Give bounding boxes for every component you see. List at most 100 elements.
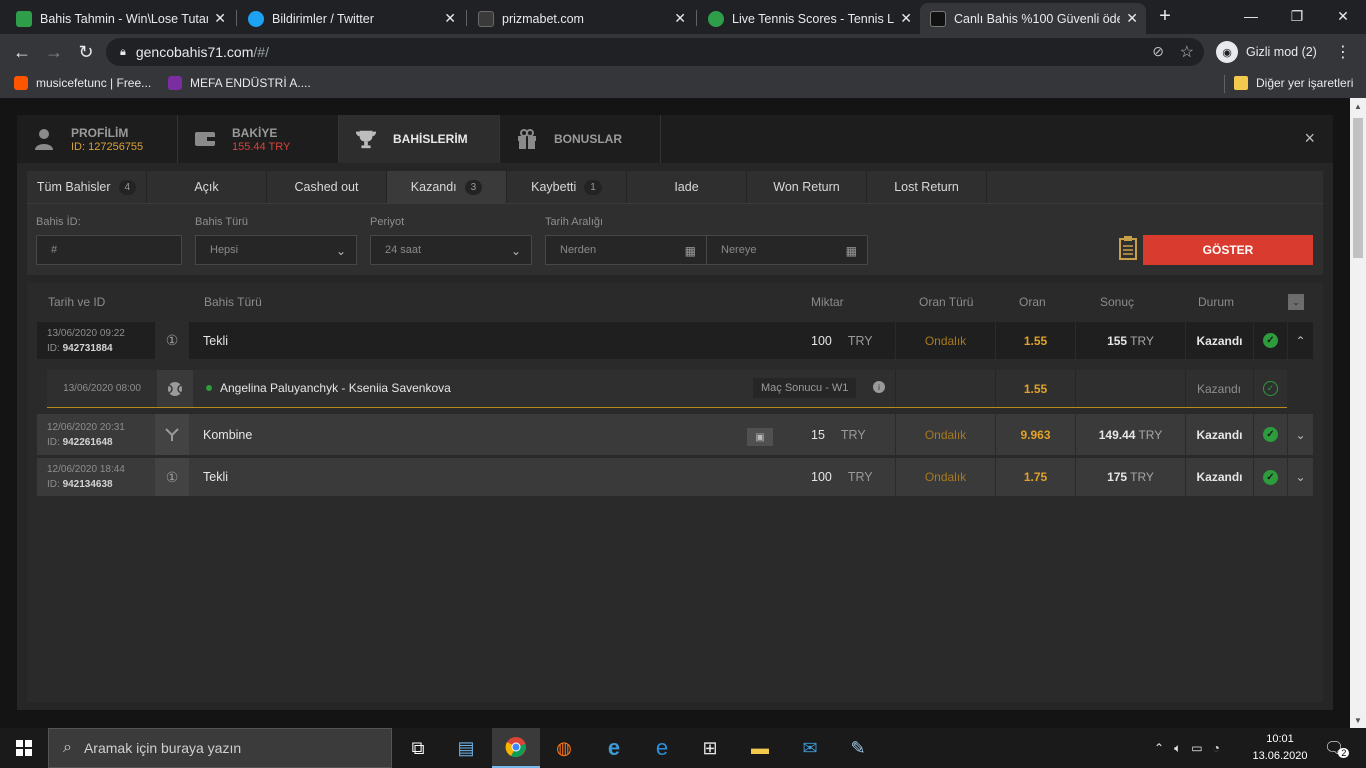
store-icon[interactable]: ⊞ (686, 728, 734, 768)
bet-id-placeholder: # (51, 244, 58, 256)
table-header: Tarih ve ID Bahis Türü Miktar Oran Türü … (37, 283, 1313, 321)
reload-icon[interactable]: ↻ (74, 40, 98, 64)
close-icon[interactable]: × (1304, 128, 1315, 149)
other-bookmarks[interactable]: Diğer yer işaretleri (1234, 76, 1353, 90)
calendar-icon[interactable]: ▦ (846, 244, 857, 258)
tab-my-bets[interactable]: BAHİSLERİM (339, 115, 500, 163)
chevron-down-icon[interactable]: ⌄ (1287, 458, 1313, 496)
result-cell: 149.44 TRY (1075, 414, 1185, 455)
filter-tab-lost[interactable]: Kaybetti 1 (507, 171, 627, 203)
scroll-thumb[interactable] (1353, 118, 1363, 258)
period-select[interactable]: 24 saat ⌄ (370, 235, 532, 265)
task-view-icon[interactable]: ⧉ (394, 728, 442, 768)
bet-type-label: Bahis Türü (195, 216, 248, 228)
taskbar-search[interactable]: ⌕ Aramak için buraya yazın (48, 728, 392, 768)
lock-icon: 🔒︎ (120, 45, 126, 58)
date-to-input[interactable]: Nereye ▦ (706, 235, 868, 265)
gift-icon[interactable]: ▣ (747, 428, 773, 446)
scroll-down-icon[interactable]: ▼ (1350, 712, 1366, 728)
bookmark-k-icon (168, 76, 182, 90)
show-button[interactable]: GÖSTER (1143, 235, 1313, 265)
filter-tab-label: Tüm Bahisler (36, 180, 111, 194)
filter-tab-label: Açık (194, 180, 219, 194)
tab-balance[interactable]: BAKİYE 155.44 TRY (178, 115, 339, 163)
bet-type-select[interactable]: Hepsi ⌄ (195, 235, 357, 265)
filter-count-badge: 4 (118, 179, 137, 195)
table-row[interactable]: 13/06/2020 09:22 ID: 942731884 ① Tekli 1… (37, 322, 1313, 359)
notification-center[interactable]: 🗨︎ 2 (1324, 728, 1350, 768)
url-field[interactable]: 🔒︎ gencobahis71.com /#/ ⊘ ☆ (106, 38, 1204, 66)
bookmark-item[interactable]: musicefetunc | Free... (14, 76, 151, 90)
tab-close-icon[interactable]: ✕ (1126, 10, 1138, 27)
browser-tab-3[interactable]: prizmabet.com ✕ (468, 3, 694, 34)
tab-close-icon[interactable]: ✕ (674, 10, 686, 27)
notification-count: 2 (1338, 748, 1350, 758)
tab-bonuses[interactable]: BONUSLAR (500, 115, 661, 163)
clock[interactable]: 10:01 13.06.2020 (1247, 731, 1313, 765)
volume-icon[interactable]: 🔈︎ (1174, 741, 1181, 756)
chevron-up-icon[interactable]: ⌃ (1154, 741, 1164, 755)
minimize-icon[interactable]: — (1228, 0, 1274, 32)
filter-tab-open[interactable]: Açık (147, 171, 267, 203)
mail-icon[interactable]: ✉ (786, 728, 834, 768)
tab-close-icon[interactable]: ✕ (900, 10, 912, 27)
bookmark-item[interactable]: MEFA ENDÜSTRİ A.... (168, 76, 311, 90)
tracking-blocked-icon[interactable]: ⊘ (1152, 43, 1164, 60)
amount-cell: 100 TRY (787, 322, 895, 359)
bet-id-label: Bahis İD: (36, 216, 81, 228)
window-close-icon[interactable]: ✕ (1320, 0, 1366, 32)
tab-profile[interactable]: PROFİLİM ID: 127256755 (17, 115, 178, 163)
chrome-icon[interactable] (492, 728, 540, 768)
tab-close-icon[interactable]: ✕ (444, 10, 456, 27)
page-scrollbar[interactable]: ▲ ▼ (1350, 98, 1366, 728)
filter-tab-cashed-out[interactable]: Cashed out (267, 171, 387, 203)
balance-value: 155.44 TRY (232, 140, 291, 153)
single-bet-icon: ① (155, 322, 189, 359)
scroll-up-icon[interactable]: ▲ (1350, 98, 1366, 114)
windows-start-icon[interactable] (0, 728, 48, 768)
browser-tab-5[interactable]: Canlı Bahis %100 Güvenli öden ✕ (920, 3, 1146, 34)
filter-tab-refund[interactable]: Iade (627, 171, 747, 203)
clock-time: 10:01 (1266, 733, 1294, 745)
star-icon[interactable]: ☆ (1180, 42, 1194, 62)
browser-tab-1[interactable]: Bahis Tahmin - Win\Lose Tutar ✕ (6, 3, 234, 34)
filter-tab-all[interactable]: Tüm Bahisler 4 (27, 171, 147, 203)
incognito-indicator[interactable]: ◉ Gizli mod (2) ⋮ (1216, 39, 1351, 65)
chevron-down-icon[interactable]: ⌄ (1287, 414, 1313, 455)
filter-tab-won-return[interactable]: Won Return (747, 171, 867, 203)
internet-explorer-icon[interactable]: e (590, 728, 638, 768)
menu-icon[interactable]: ⋮ (1335, 42, 1351, 62)
bet-id-input[interactable]: # (36, 235, 182, 265)
odds-type: Ondalık (895, 414, 995, 455)
browser-tab-2[interactable]: Bildirimler / Twitter ✕ (238, 3, 464, 34)
tab-close-icon[interactable]: ✕ (214, 10, 226, 27)
date-id-cell: 13/06/2020 09:22 ID: 942731884 (37, 322, 155, 359)
forward-icon[interactable]: → (42, 40, 66, 64)
collapse-all-icon[interactable]: ⌄ (1288, 294, 1304, 310)
file-explorer-icon[interactable]: ▬ (736, 728, 784, 768)
restore-icon[interactable]: ❐ (1274, 0, 1320, 32)
wifi-icon[interactable]: ◔ (1213, 741, 1220, 755)
filter-tab-lost-return[interactable]: Lost Return (867, 171, 987, 203)
filter-tab-won[interactable]: Kazandı 3 (387, 171, 507, 203)
control-panel-icon[interactable]: ▤ (442, 728, 490, 768)
filter-count-badge: 1 (584, 179, 602, 195)
battery-icon[interactable]: ▭ (1191, 741, 1202, 755)
account-tabs: PROFİLİM ID: 127256755 BAKİYE 155.44 TRY… (17, 115, 1333, 163)
info-icon[interactable]: i (873, 381, 885, 393)
new-tab-button[interactable]: + (1150, 0, 1180, 32)
browser-tab-4[interactable]: Live Tennis Scores - Tennis Live ✕ (698, 3, 920, 34)
clipboard-icon[interactable] (1118, 235, 1138, 261)
date-from-input[interactable]: Nerden ▦ (545, 235, 707, 265)
column-header: Tarih ve ID (48, 295, 106, 309)
back-icon[interactable]: ← (10, 40, 34, 64)
edge-icon[interactable]: e (638, 728, 686, 768)
table-row[interactable]: 12/06/2020 18:44 ID: 942134638 ① Tekli 1… (37, 458, 1313, 496)
firefox-icon[interactable]: ◍ (540, 728, 588, 768)
chevron-up-icon[interactable]: ⌃ (1287, 322, 1313, 359)
notepad-icon[interactable]: ✎ (834, 728, 882, 768)
currency: TRY (840, 427, 866, 442)
table-row[interactable]: 12/06/2020 20:31 ID: 942261648 Kombine ▣… (37, 414, 1313, 455)
calendar-icon[interactable]: ▦ (685, 244, 696, 258)
result-cell: 175 TRY (1075, 458, 1185, 496)
